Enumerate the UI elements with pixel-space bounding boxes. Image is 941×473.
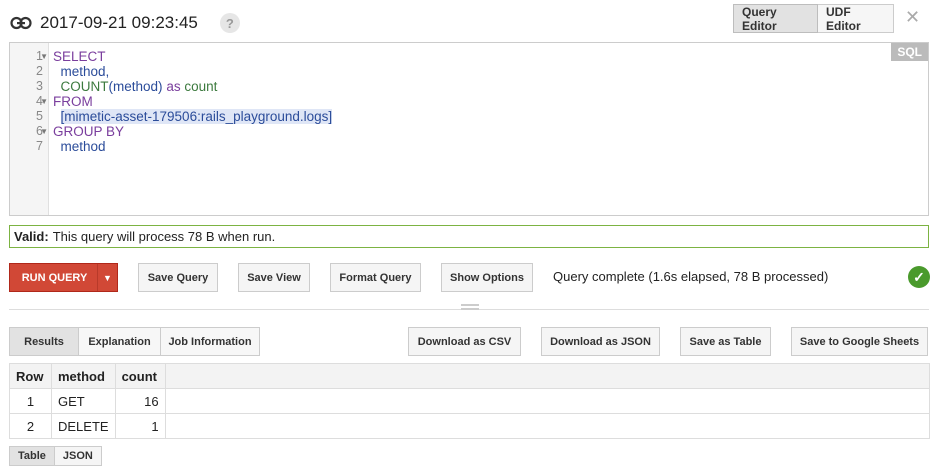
keyword-as: as bbox=[166, 79, 181, 94]
table-header-row: Row method count bbox=[9, 363, 930, 389]
validation-label: Valid: bbox=[14, 229, 49, 244]
table-row: 1 GET 16 bbox=[9, 388, 930, 414]
run-query-label: RUN QUERY bbox=[21, 271, 88, 284]
code-line: 5 [mimetic-asset-179506:rails_playground… bbox=[10, 109, 928, 124]
results-tabs: Results Explanation Job Information bbox=[9, 327, 260, 356]
code-line: 6 ▼ GROUP BY bbox=[10, 124, 928, 139]
tab-job-information[interactable]: Job Information bbox=[161, 327, 260, 356]
table-filler bbox=[164, 388, 930, 414]
cell-count: 16 bbox=[114, 388, 166, 414]
save-view-button[interactable]: Save View bbox=[238, 263, 310, 292]
column-header-method: method bbox=[51, 363, 116, 389]
sql-badge: SQL bbox=[891, 43, 928, 61]
table-reference: [mimetic-asset-179506:rails_playground.l… bbox=[60, 109, 333, 124]
column-header-count: count bbox=[114, 363, 166, 389]
cell-method: DELETE bbox=[51, 413, 116, 439]
line-number: 2 bbox=[36, 64, 43, 78]
query-status: Query complete (1.6s elapsed, 78 B proce… bbox=[553, 269, 829, 284]
alias-count: count bbox=[184, 79, 218, 94]
close-icon[interactable]: ✕ bbox=[905, 7, 920, 28]
column-header-row: Row bbox=[9, 363, 52, 389]
query-timestamp: 2017-09-21 09:23:45 bbox=[40, 13, 198, 32]
chevron-down-icon[interactable]: ▼ bbox=[97, 264, 117, 291]
fold-arrow-icon[interactable]: ▼ bbox=[40, 94, 48, 109]
validation-message: This query will process 78 B when run. bbox=[52, 229, 276, 244]
format-query-button[interactable]: Format Query bbox=[330, 263, 421, 292]
cell-row: 2 bbox=[9, 413, 52, 439]
cell-method: GET bbox=[51, 388, 116, 414]
line-number: 3 bbox=[36, 79, 43, 93]
link-icon[interactable] bbox=[10, 16, 32, 30]
save-to-sheets-button[interactable]: Save to Google Sheets bbox=[791, 327, 928, 356]
help-icon[interactable]: ? bbox=[219, 13, 240, 33]
table-filler bbox=[164, 413, 930, 439]
tab-results[interactable]: Results bbox=[9, 327, 79, 356]
keyword-group-by: GROUP BY bbox=[53, 124, 125, 139]
tab-udf-editor[interactable]: UDF Editor bbox=[818, 4, 894, 33]
save-query-button[interactable]: Save Query bbox=[138, 263, 218, 292]
show-options-button[interactable]: Show Options bbox=[441, 263, 533, 292]
line-number: 5 bbox=[36, 109, 43, 123]
run-query-button[interactable]: RUN QUERY ▼ bbox=[9, 263, 118, 292]
download-json-button[interactable]: Download as JSON bbox=[541, 327, 660, 356]
tab-explanation[interactable]: Explanation bbox=[79, 327, 161, 356]
paren-close: ) bbox=[158, 79, 163, 94]
download-csv-button[interactable]: Download as CSV bbox=[408, 327, 521, 356]
table-row: 2 DELETE 1 bbox=[9, 413, 930, 439]
keyword-select: SELECT bbox=[53, 49, 106, 64]
fold-arrow-icon[interactable]: ▼ bbox=[40, 124, 48, 139]
keyword-from: FROM bbox=[53, 94, 93, 109]
check-circle-icon: ✓ bbox=[908, 266, 930, 288]
table-filler bbox=[164, 363, 930, 389]
tab-table-view[interactable]: Table bbox=[9, 446, 55, 466]
code-line: 3 COUNT(method) as count bbox=[10, 79, 928, 94]
fold-arrow-icon[interactable]: ▼ bbox=[40, 49, 48, 64]
cell-count: 1 bbox=[114, 413, 166, 439]
query-header: 2017-09-21 09:23:45 ? bbox=[10, 9, 240, 37]
function-count: COUNT bbox=[60, 79, 109, 94]
cell-row: 1 bbox=[9, 388, 52, 414]
identifier-method: method bbox=[60, 139, 106, 154]
editor-tabs: Query Editor UDF Editor bbox=[733, 4, 894, 33]
code-line: 2 method, bbox=[10, 64, 928, 79]
tab-json-view[interactable]: JSON bbox=[54, 446, 102, 466]
view-tabs: Table JSON bbox=[9, 446, 102, 466]
tab-query-editor[interactable]: Query Editor bbox=[733, 4, 818, 33]
code-line: 1 ▼ SELECT bbox=[10, 49, 928, 64]
save-as-table-button[interactable]: Save as Table bbox=[680, 327, 771, 356]
identifier-method: method, bbox=[60, 64, 110, 79]
line-number: 7 bbox=[36, 139, 43, 153]
code-line: 7 method bbox=[10, 139, 928, 154]
results-table: Row method count 1 GET 16 2 DELETE 1 bbox=[9, 363, 930, 439]
code-line: 4 ▼ FROM bbox=[10, 94, 928, 109]
sql-editor[interactable]: 1 ▼ SELECT 2 method, 3 COUNT(method) as c… bbox=[9, 42, 929, 216]
validation-bar: Valid: This query will process 78 B when… bbox=[9, 225, 929, 248]
function-arg: method bbox=[113, 79, 159, 94]
resize-handle-icon[interactable] bbox=[461, 304, 479, 312]
